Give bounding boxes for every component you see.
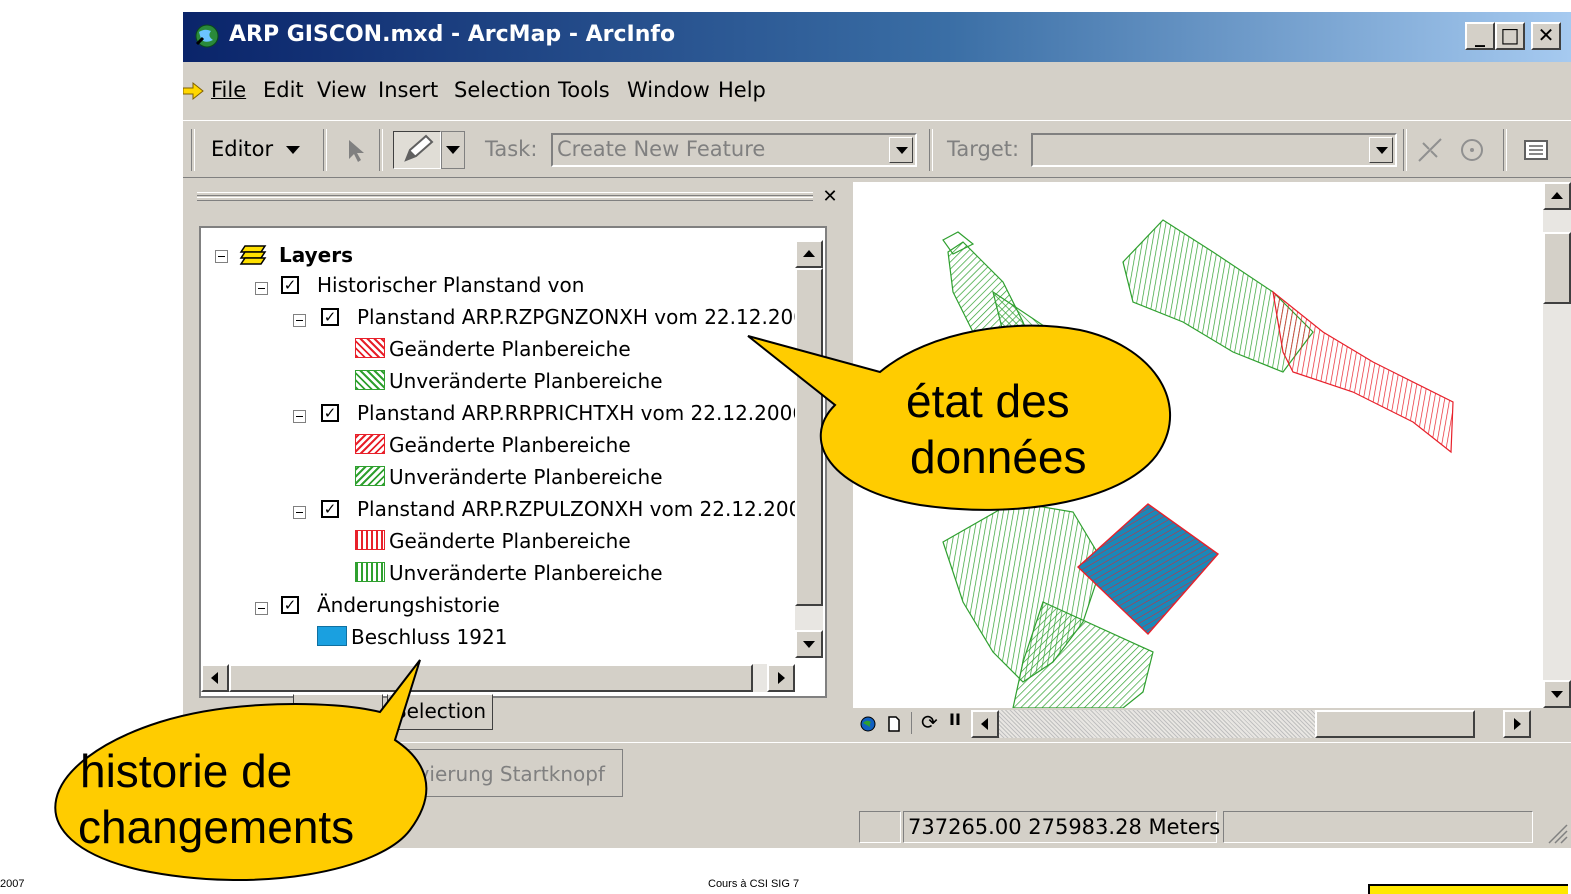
callout-data-state-line2: données (910, 431, 1087, 483)
footer-center: Cours à CSI SIG 7 (708, 878, 800, 890)
callout-history-line2: changements (78, 801, 355, 853)
footer-left: 2007 (0, 878, 25, 890)
callout-history-line1: historie de (80, 745, 293, 797)
callout-data-state-line1: état des (906, 375, 1070, 427)
footer-logo-box (1368, 884, 1568, 894)
